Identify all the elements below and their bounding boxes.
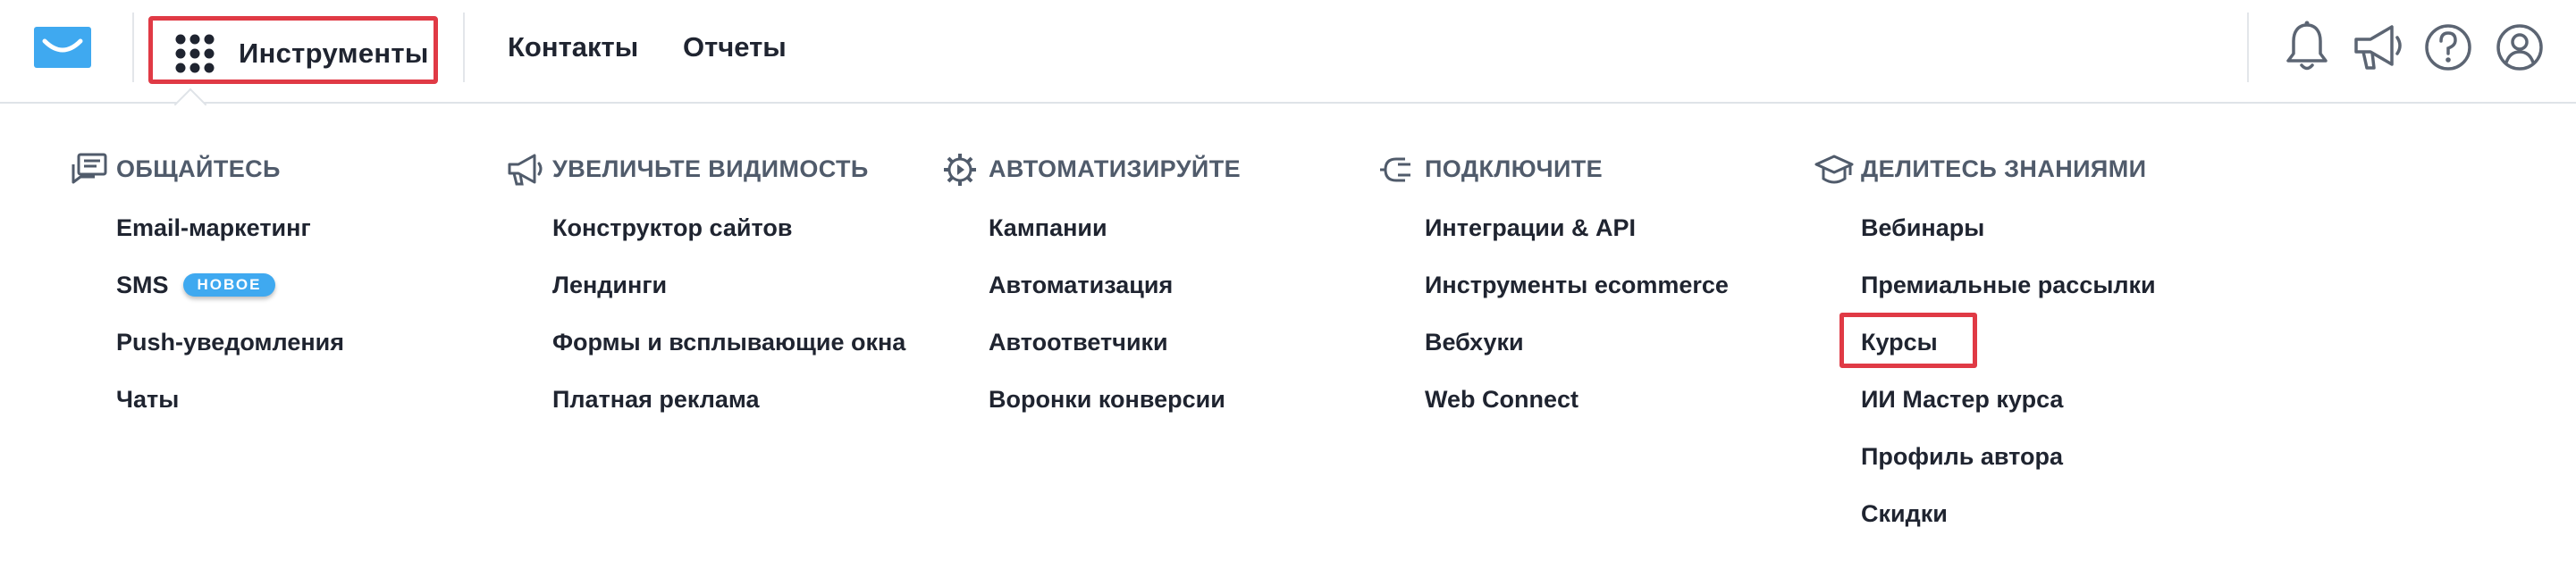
nav-reports[interactable]: Отчеты [683, 31, 787, 63]
menu-item-email-marketing[interactable]: Email-маркетинг [116, 214, 311, 242]
topbar-divider [0, 102, 2576, 104]
nav-contacts[interactable]: Контакты [508, 31, 638, 63]
menu-item-webhooks[interactable]: Вебхуки [1425, 329, 1524, 356]
column-title: УВЕЛИЧЬТЕ ВИДИМОСТЬ [552, 155, 869, 182]
divider [132, 13, 134, 82]
new-badge: НОВОЕ [182, 273, 276, 297]
menu-item-integrations-api[interactable]: Интеграции & API [1425, 214, 1636, 242]
megaphone-icon [508, 154, 543, 186]
column-title: ПОДКЛЮЧИТЕ [1425, 155, 1604, 182]
menu-item-paid-ads[interactable]: Платная реклама [552, 386, 760, 414]
column-title: ДЕЛИТЕСЬ ЗНАНИЯМИ [1861, 155, 2147, 182]
menu-item-author-profile[interactable]: Профиль автора [1861, 443, 2063, 471]
menu-item-website-builder[interactable]: Конструктор сайтов [552, 214, 792, 242]
menu-item-webinars[interactable]: Вебинары [1861, 214, 1984, 242]
divider [2247, 13, 2249, 82]
megaphone-icon[interactable] [2351, 20, 2406, 75]
menu-item-conversion-funnels[interactable]: Воронки конверсии [989, 386, 1225, 414]
divider [463, 13, 465, 82]
envelope-logo-icon[interactable] [34, 27, 91, 68]
gear-icon [944, 154, 976, 186]
menu-item-sms[interactable]: SMS НОВОЕ [116, 272, 276, 299]
menu-item-campaigns[interactable]: Кампании [989, 214, 1107, 242]
menu-item-landing-pages[interactable]: Лендинги [552, 272, 667, 299]
menu-item-ai-course-creator[interactable]: ИИ Мастер курса [1861, 386, 2063, 414]
menu-item-forms-popups[interactable]: Формы и всплывающие окна [552, 329, 905, 356]
menu-item-label: SMS [116, 272, 169, 298]
column-title: АВТОМАТИЗИРУЙТЕ [989, 155, 1242, 182]
tools-menu-button[interactable]: Инструменты [148, 16, 438, 84]
bell-icon[interactable] [2283, 20, 2331, 75]
plug-icon [1380, 157, 1410, 182]
menu-item-automation[interactable]: Автоматизация [989, 272, 1173, 299]
grid-icon [175, 34, 215, 73]
tools-label: Инструменты [239, 38, 429, 69]
menu-item-web-connect[interactable]: Web Connect [1425, 386, 1578, 414]
menu-item-chats[interactable]: Чаты [116, 386, 179, 414]
courses-highlight-box [1839, 313, 1977, 368]
menu-item-discounts[interactable]: Скидки [1861, 500, 1948, 528]
account-icon[interactable] [2496, 20, 2544, 75]
top-navigation-bar: Инструменты Контакты Отчеты [0, 0, 2576, 102]
menu-item-autoresponders[interactable]: Автоответчики [989, 329, 1168, 356]
column-title: ОБЩАЙТЕСЬ [116, 155, 281, 182]
menu-item-push-notifications[interactable]: Push-уведомления [116, 329, 344, 356]
menu-item-premium-newsletters[interactable]: Премиальные рассылки [1861, 272, 2156, 299]
graduation-cap-icon [1814, 155, 1854, 184]
chat-icon [72, 153, 107, 184]
menu-item-ecommerce-tools[interactable]: Инструменты ecommerce [1425, 272, 1729, 299]
help-icon[interactable] [2424, 20, 2472, 75]
